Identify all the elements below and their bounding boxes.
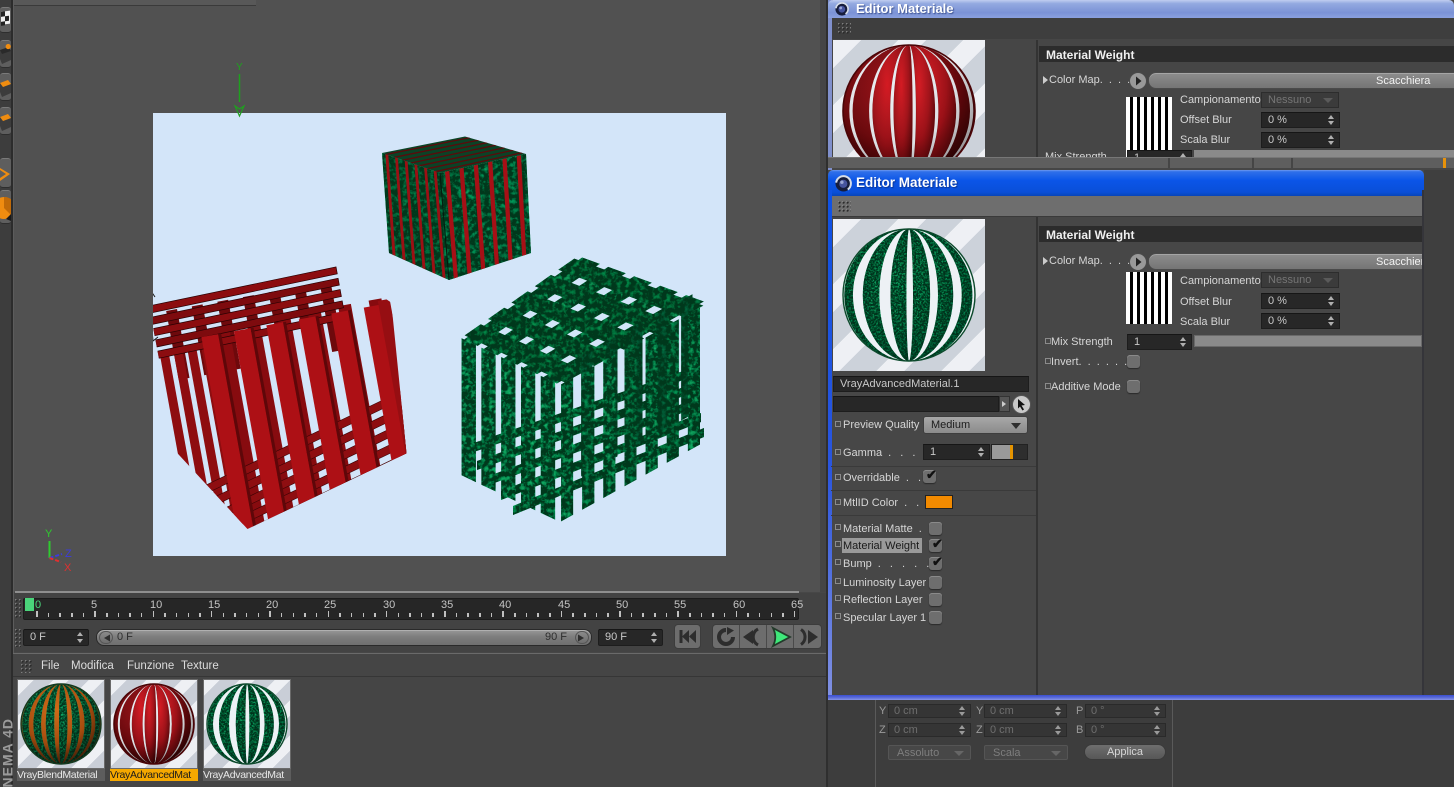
svg-text:Y: Y <box>45 528 53 540</box>
svg-text:Y: Y <box>236 62 243 73</box>
svg-text:X: X <box>64 562 72 574</box>
svg-text:Z: Z <box>65 548 72 560</box>
